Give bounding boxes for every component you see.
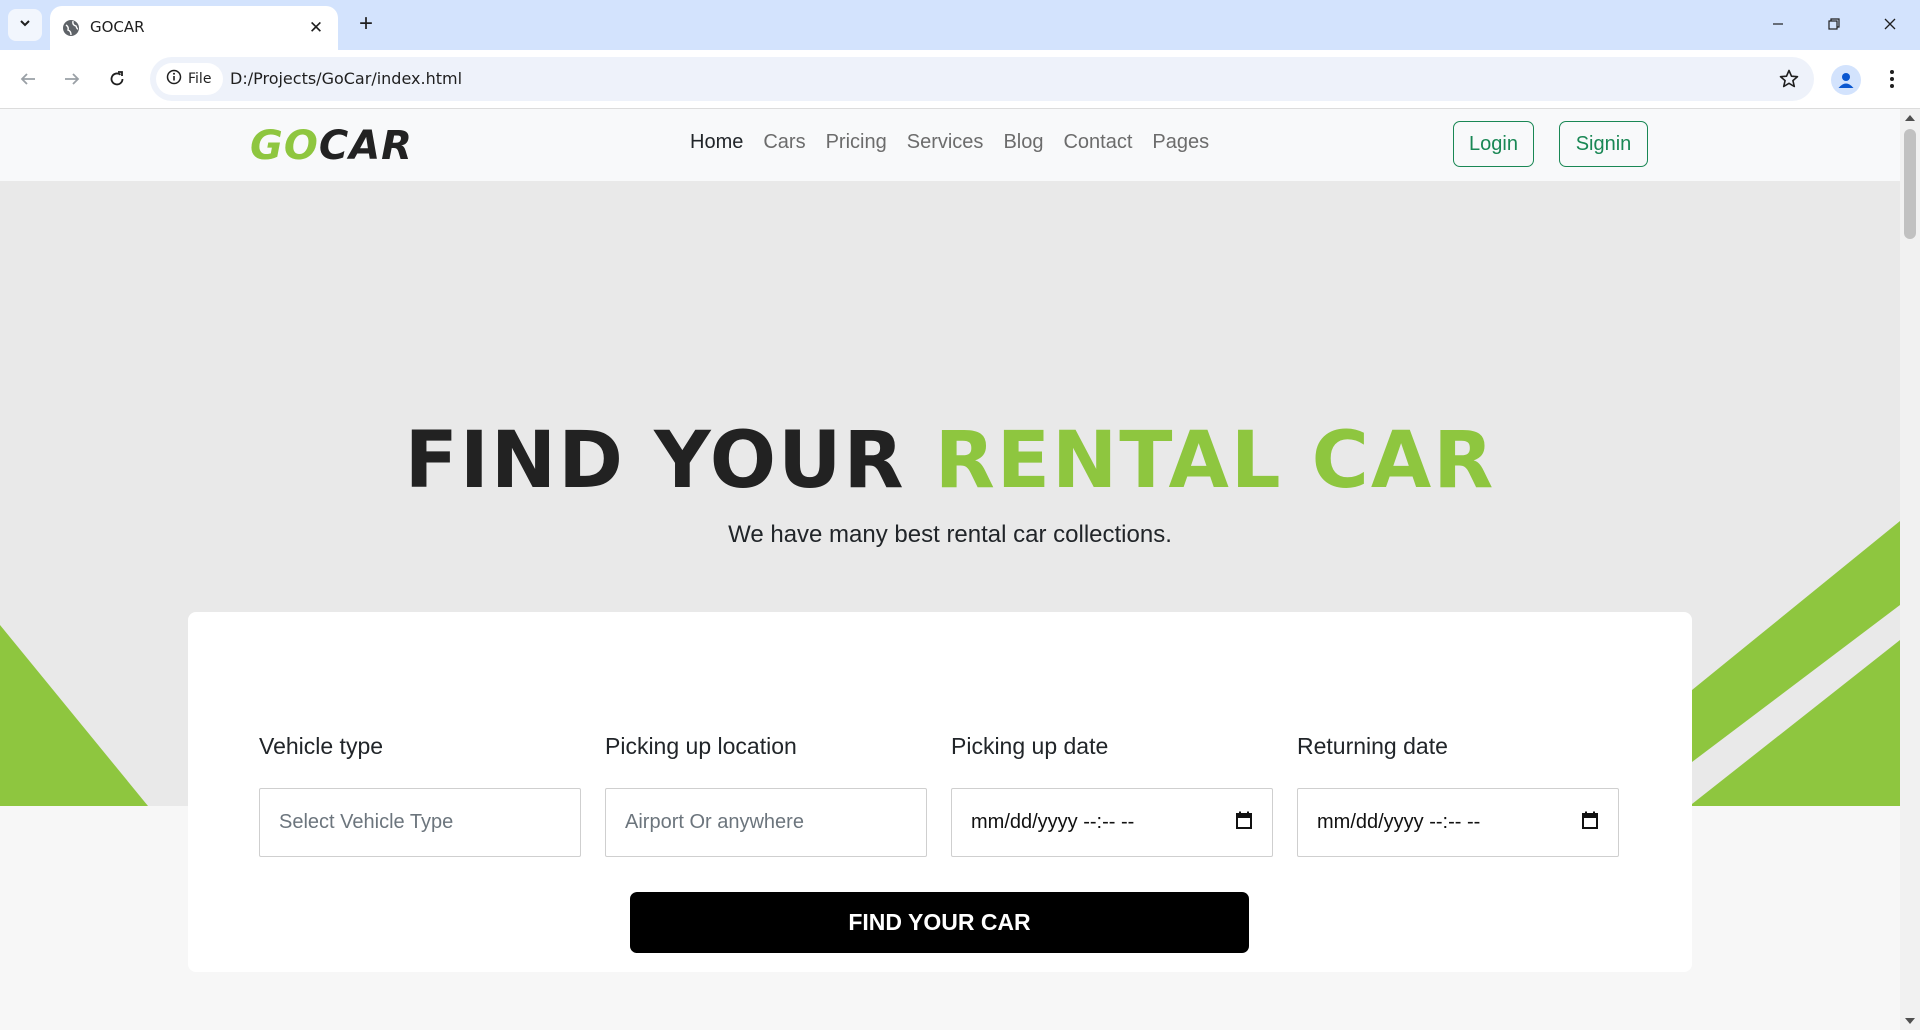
page-scrollbar[interactable] [1900, 109, 1920, 1030]
page-viewport: GOCAR Home Cars Pricing Services Blog Co… [0, 109, 1900, 1030]
nav-link-cars[interactable]: Cars [763, 131, 805, 154]
browser-tab-strip: GOCAR ✕ + [0, 0, 1920, 50]
profile-avatar[interactable] [1831, 65, 1861, 95]
nav-link-home[interactable]: Home [690, 131, 743, 154]
close-window-button[interactable] [1862, 4, 1918, 44]
scrollbar-thumb[interactable] [1904, 129, 1916, 239]
return-date-input[interactable]: mm/dd/yyyy --:-- -- [1297, 788, 1619, 857]
pickup-date-field: Picking up date mm/dd/yyyy --:-- -- [951, 733, 1273, 857]
scroll-down-arrow-icon[interactable] [1905, 1018, 1915, 1024]
forward-button[interactable] [56, 63, 88, 95]
date-value: mm/dd/yyyy --:-- -- [971, 811, 1135, 833]
pickup-date-input[interactable]: mm/dd/yyyy --:-- -- [951, 788, 1273, 857]
restore-button[interactable] [1806, 4, 1862, 44]
address-bar[interactable]: File D:/Projects/GoCar/index.html [150, 57, 1814, 101]
signin-button[interactable]: Signin [1559, 121, 1648, 167]
reload-button[interactable] [101, 63, 133, 95]
globe-icon [62, 19, 80, 42]
vehicle-type-field: Vehicle type Select Vehicle Type [259, 733, 581, 857]
nav-link-contact[interactable]: Contact [1063, 131, 1132, 154]
info-icon [166, 69, 182, 89]
hero-title-green: RENTAL CAR [934, 416, 1496, 506]
search-card: Vehicle type Select Vehicle Type Picking… [188, 612, 1692, 972]
minimize-button[interactable] [1750, 4, 1806, 44]
nav-links: Home Cars Pricing Services Blog Contact … [690, 131, 1209, 154]
back-button[interactable] [12, 63, 44, 95]
site-info-chip[interactable]: File [156, 63, 224, 95]
nav-link-pages[interactable]: Pages [1152, 131, 1209, 154]
logo-car: CAR [318, 123, 413, 169]
pickup-location-input[interactable]: Airport Or anywhere [605, 788, 927, 857]
tab-search-button[interactable] [8, 9, 42, 41]
nav-link-pricing[interactable]: Pricing [826, 131, 887, 154]
hero-title: FIND YOUR RENTAL CAR [0, 416, 1900, 506]
field-label: Picking up location [605, 733, 797, 759]
tab-title: GOCAR [90, 18, 145, 36]
browser-toolbar: File D:/Projects/GoCar/index.html [0, 50, 1920, 109]
date-value: mm/dd/yyyy --:-- -- [1317, 811, 1481, 833]
site-info-label: File [188, 71, 212, 87]
hero-subtitle: We have many best rental car collections… [728, 521, 1172, 548]
url-text[interactable]: D:/Projects/GoCar/index.html [230, 69, 462, 88]
input-placeholder: Select Vehicle Type [279, 811, 454, 833]
calendar-icon[interactable] [1235, 810, 1253, 836]
logo-go: GO [250, 123, 319, 169]
nav-link-services[interactable]: Services [907, 131, 984, 154]
scroll-up-arrow-icon[interactable] [1905, 115, 1915, 121]
field-label: Returning date [1297, 733, 1448, 759]
browser-tab[interactable]: GOCAR ✕ [50, 6, 338, 50]
field-label: Vehicle type [259, 733, 384, 759]
site-navbar: GOCAR Home Cars Pricing Services Blog Co… [0, 109, 1900, 182]
kebab-menu-icon[interactable] [1880, 63, 1904, 95]
field-label: Picking up date [951, 733, 1109, 759]
chevron-down-icon [18, 16, 32, 35]
hero-title-dark: FIND YOUR [404, 416, 906, 506]
gocar-logo[interactable]: GOCAR [250, 123, 413, 169]
find-your-car-button[interactable]: FIND YOUR CAR [630, 892, 1249, 953]
vehicle-type-input[interactable]: Select Vehicle Type [259, 788, 581, 857]
pickup-location-field: Picking up location Airport Or anywhere [605, 733, 927, 857]
return-date-field: Returning date mm/dd/yyyy --:-- -- [1297, 733, 1619, 857]
new-tab-button[interactable]: + [352, 10, 380, 38]
calendar-icon[interactable] [1581, 810, 1599, 836]
login-button[interactable]: Login [1453, 121, 1534, 167]
close-icon[interactable]: ✕ [304, 16, 328, 40]
input-placeholder: Airport Or anywhere [625, 811, 804, 833]
star-icon[interactable] [1778, 68, 1800, 95]
nav-link-blog[interactable]: Blog [1003, 131, 1043, 154]
